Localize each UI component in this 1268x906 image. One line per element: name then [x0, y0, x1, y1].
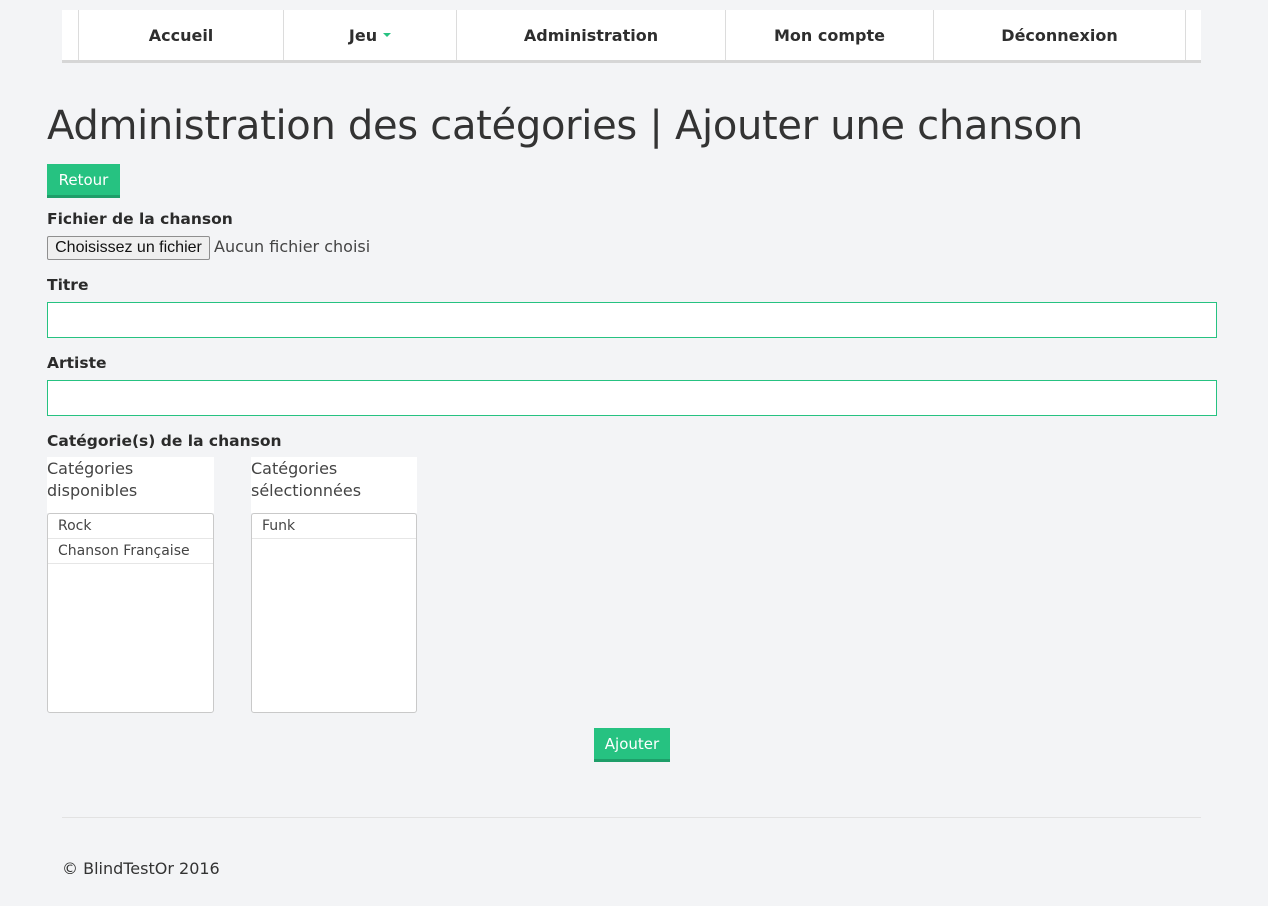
list-item[interactable]: Chanson Française	[48, 539, 213, 564]
title-input[interactable]	[47, 302, 1217, 338]
artist-input[interactable]	[47, 380, 1217, 416]
nav-item-label: Mon compte	[774, 25, 885, 45]
nav-item-mon-compte[interactable]: Mon compte	[725, 10, 933, 60]
top-navbar: Accueil Jeu Administration Mon compte Dé…	[62, 10, 1201, 63]
nav-item-jeu[interactable]: Jeu	[283, 10, 456, 60]
file-status-text: Aucun fichier choisi	[214, 237, 371, 256]
footer-copyright: © BlindTestOr 2016	[62, 859, 220, 878]
title-label: Titre	[47, 276, 89, 294]
choose-file-button[interactable]: Choisissez un fichier	[47, 236, 210, 260]
artist-label: Artiste	[47, 354, 107, 372]
categories-label: Catégorie(s) de la chanson	[47, 432, 282, 450]
selected-categories-header: Catégories sélectionnées	[251, 457, 417, 513]
file-label: Fichier de la chanson	[47, 210, 233, 228]
add-song-button[interactable]: Ajouter	[594, 728, 670, 762]
nav-item-administration[interactable]: Administration	[456, 10, 725, 60]
caret-down-icon	[383, 33, 392, 37]
page-title: Administration des catégories | Ajouter …	[47, 103, 1083, 149]
footer-divider	[62, 817, 1201, 818]
nav-item-label: Jeu	[348, 25, 378, 45]
selected-categories-list[interactable]: Funk	[251, 513, 417, 713]
nav-item-label: Accueil	[148, 25, 214, 45]
back-button[interactable]: Retour	[47, 164, 120, 198]
list-item[interactable]: Funk	[252, 514, 416, 539]
available-categories-header: Catégories disponibles	[47, 457, 214, 513]
nav-item-deconnexion[interactable]: Déconnexion	[933, 10, 1186, 60]
available-categories-list[interactable]: Rock Chanson Française	[47, 513, 214, 713]
list-item[interactable]: Rock	[48, 514, 213, 539]
nav-item-label: Administration	[523, 25, 659, 45]
nav-item-accueil[interactable]: Accueil	[78, 10, 283, 60]
nav-item-label: Déconnexion	[1001, 25, 1118, 45]
